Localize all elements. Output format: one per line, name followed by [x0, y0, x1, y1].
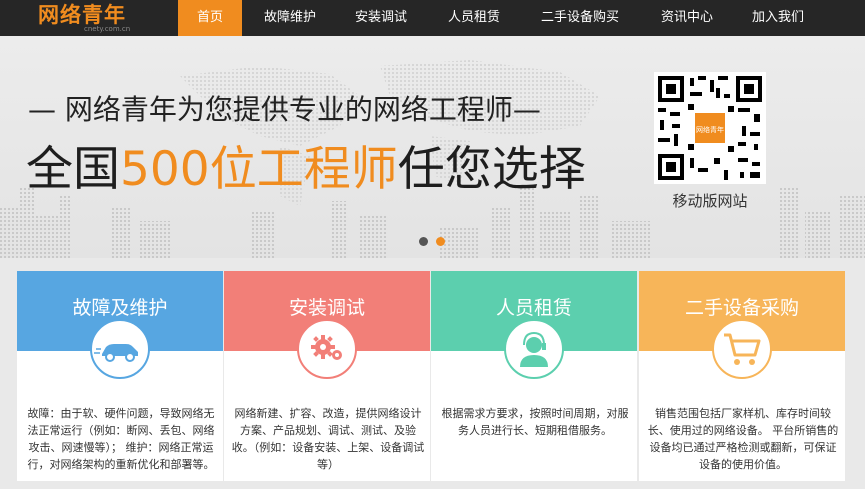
- carousel-dot-1[interactable]: [419, 237, 428, 246]
- card-description: 销售范围包括厂家样机、库存时间较长、使用过的网络设备。 平台所销售的设备均已通过…: [647, 407, 839, 471]
- gears-icon: [297, 319, 357, 379]
- carousel-dot-2[interactable]: [436, 237, 445, 246]
- top-nav: 网络青年 cnety.com.cn 首页 故障维护 安装调试 人员租赁 二手设备…: [0, 0, 865, 36]
- hero-banner: — 网络青年为您提供专业的网络工程师— 全国500位工程师任您选择 网络青年 移…: [0, 36, 865, 258]
- card-title: 人员租赁: [495, 297, 572, 319]
- nav-item-staff-rental[interactable]: 人员租赁: [432, 0, 516, 36]
- headline-prefix: 全国: [26, 142, 120, 197]
- nav-item-home[interactable]: 首页: [178, 0, 242, 36]
- service-card-staff-rental[interactable]: 人员租赁 根据需求方要求，按照时间周期，对服务人员进行长、短期租借服务。: [431, 271, 637, 481]
- qr-center-text: 网络青年: [696, 125, 724, 134]
- service-card-fault-maintenance[interactable]: 故障及维护 故障：由于软、硬件问题，导致网络无法正常运行（例如：断网、丢包、网络…: [17, 271, 223, 481]
- service-card-used-equipment[interactable]: 二手设备采购 销售范围包括厂家样机、库存时间较长、使用过的网络设备。 平台所销售…: [639, 271, 845, 481]
- car-icon: [90, 319, 150, 379]
- banner-headline: 全国500位工程师任您选择: [26, 140, 586, 200]
- site-logo[interactable]: 网络青年 cnety.com.cn: [38, 3, 148, 33]
- qr-code: 网络青年: [654, 72, 766, 184]
- card-title: 故障及维护: [72, 297, 168, 319]
- shopping-cart-icon: [712, 319, 772, 379]
- card-description: 网络新建、扩容、改造，提供网络设计方案、产品规划、调试、测试、及验收。（例如：设…: [231, 407, 425, 471]
- nav-item-installation[interactable]: 安装调试: [339, 0, 423, 36]
- card-description: 根据需求方要求，按照时间周期，对服务人员进行长、短期租借服务。: [441, 407, 629, 437]
- nav-item-join-us[interactable]: 加入我们: [736, 0, 820, 36]
- nav-item-used-equipment[interactable]: 二手设备购买: [524, 0, 636, 36]
- card-title: 二手设备采购: [684, 297, 799, 319]
- qr-caption: 移动版网站: [672, 192, 748, 210]
- card-description: 故障：由于软、硬件问题，导致网络无法正常运行（例如：断网、丢包、网络攻击、网速慢…: [27, 407, 215, 471]
- nav-item-fault-maintenance[interactable]: 故障维护: [248, 0, 332, 36]
- headline-suffix: 任您选择: [397, 142, 586, 197]
- card-title: 安装调试: [288, 297, 365, 319]
- logo-subtext: cnety.com.cn: [84, 25, 131, 33]
- headline-highlight: 500位工程师: [120, 142, 398, 197]
- banner-subtitle: — 网络青年为您提供专业的网络工程师—: [28, 93, 541, 126]
- service-card-installation[interactable]: 安装调试 网络新建、扩容、改造，提供网络设计方案、产品规划、调试、测试、及验收。…: [224, 271, 430, 481]
- nav-item-news[interactable]: 资讯中心: [645, 0, 729, 36]
- headset-person-icon: [504, 319, 564, 379]
- logo-text: 网络青年: [38, 3, 126, 27]
